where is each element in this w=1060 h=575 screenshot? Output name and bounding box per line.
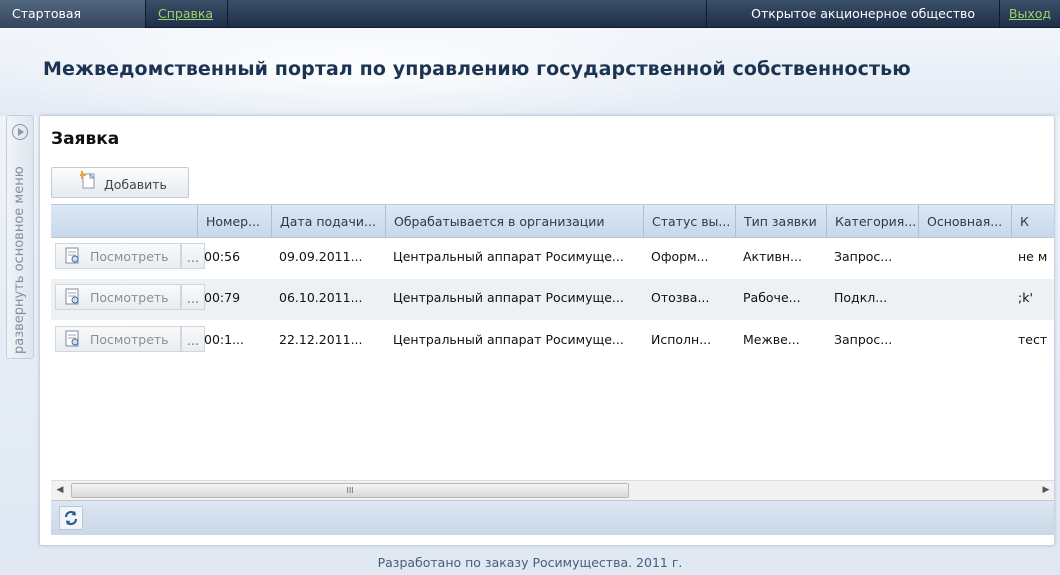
add-button[interactable]: Добавить: [51, 167, 189, 198]
cell-type: Рабоче...: [743, 290, 801, 305]
view-button-label: Посмотреть: [90, 332, 169, 347]
column-header-extra[interactable]: К: [1011, 205, 1054, 238]
expand-menu-label[interactable]: развернуть основное меню: [9, 148, 31, 354]
cell-number: 00:1...: [204, 332, 244, 347]
scroll-right-icon[interactable]: ▶: [1037, 481, 1054, 500]
portal-title: Межведомственный портал по управлению го…: [43, 58, 911, 80]
grid-footer: [51, 500, 1054, 535]
page-footer: Разработано по заказу Росимущества. 2011…: [377, 555, 683, 570]
view-button[interactable]: Посмотреть: [55, 326, 181, 352]
collapsed-main-menu[interactable]: развернуть основное меню: [6, 115, 34, 359]
more-button[interactable]: ...: [181, 326, 205, 352]
view-document-icon: [65, 288, 79, 305]
table-row[interactable]: Посмотреть ... 00:1... 22.12.2011... Цен…: [51, 321, 1054, 362]
cell-main: [926, 238, 1009, 279]
column-header-type[interactable]: Тип заявки: [735, 205, 826, 238]
column-header-status[interactable]: Статус вы...: [643, 205, 735, 238]
more-button[interactable]: ...: [181, 284, 205, 310]
view-button[interactable]: Посмотреть: [55, 284, 181, 310]
cell-date: 09.09.2011...: [279, 249, 363, 264]
view-document-icon: [65, 330, 79, 347]
cell-category: Запрос...: [834, 249, 893, 264]
add-document-icon: [80, 171, 96, 189]
more-button[interactable]: ...: [181, 243, 205, 269]
cell-status: Отозва...: [651, 290, 710, 305]
cell-number: 00:79: [204, 290, 241, 305]
cell-status: Исполн...: [651, 332, 712, 347]
view-button-label: Посмотреть: [90, 290, 169, 305]
cell-extra: ;k': [1018, 290, 1033, 305]
table-row[interactable]: Посмотреть ... 00:79 06.10.2011... Центр…: [51, 279, 1054, 320]
view-button[interactable]: Посмотреть: [55, 243, 181, 269]
cell-main: [926, 321, 1009, 362]
scrollbar-thumb[interactable]: III: [71, 483, 629, 498]
column-header-category[interactable]: Категория...: [826, 205, 918, 238]
cell-organization: Центральный аппарат Росимуще...: [393, 290, 624, 305]
panel-title: Заявка: [51, 129, 120, 149]
cell-organization: Центральный аппарат Росимуще...: [393, 332, 624, 347]
scroll-left-icon[interactable]: ◀: [51, 481, 69, 500]
help-link[interactable]: Справка: [146, 0, 228, 28]
column-header-date[interactable]: Дата подачи...: [271, 205, 385, 238]
table-row[interactable]: Посмотреть ... 00:56 09.09.2011... Центр…: [51, 238, 1054, 279]
cell-category: Запрос...: [834, 332, 893, 347]
cell-extra: тест: [1018, 332, 1048, 347]
column-header-organization[interactable]: Обрабатывается в организации: [385, 205, 643, 238]
cell-type: Межве...: [743, 332, 800, 347]
start-page-tab[interactable]: Стартовая страница: [0, 0, 146, 49]
cell-type: Активн...: [743, 249, 802, 264]
cell-date: 06.10.2011...: [279, 290, 363, 305]
exit-link[interactable]: Выход: [1000, 0, 1060, 28]
organization-name: Открытое акционерное общество "Тест-9": [706, 0, 1000, 49]
column-header-actions: [51, 205, 197, 238]
cell-date: 22.12.2011...: [279, 332, 363, 347]
cell-extra: не м: [1018, 249, 1048, 264]
top-bar: Стартовая страница Справка Открытое акци…: [0, 0, 1060, 49]
grid-header: Номер... Дата подачи... Обрабатывается в…: [51, 204, 1054, 238]
cell-status: Оформ...: [651, 249, 709, 264]
column-header-main[interactable]: Основная...: [918, 205, 1011, 238]
cell-category: Подкл...: [834, 290, 888, 305]
add-button-label: Добавить: [104, 177, 167, 192]
refresh-button[interactable]: [59, 506, 83, 530]
view-document-icon: [65, 247, 79, 264]
request-panel: Заявка Добавить Номер... Дата подачи... …: [39, 115, 1055, 546]
cell-number: 00:56: [204, 249, 241, 264]
refresh-icon: [64, 510, 78, 526]
view-button-label: Посмотреть: [90, 249, 169, 264]
cell-organization: Центральный аппарат Росимуще...: [393, 249, 624, 264]
cell-main: [926, 279, 1009, 320]
expand-circle-icon[interactable]: [12, 124, 28, 140]
column-header-number[interactable]: Номер...: [197, 205, 271, 238]
horizontal-scrollbar[interactable]: ◀ III ▶: [51, 480, 1054, 500]
